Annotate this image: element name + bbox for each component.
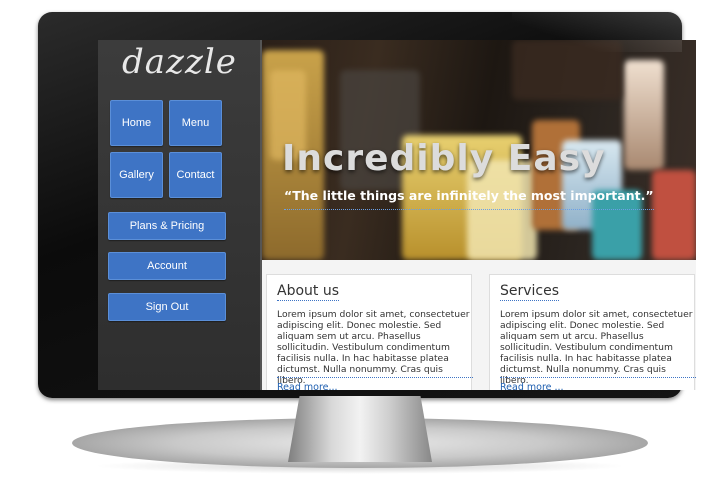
hero-bg-shape (652, 170, 696, 260)
card-title: About us (277, 283, 340, 301)
monitor-stand-neck (288, 396, 432, 462)
nav-button-menu[interactable]: Menu (169, 100, 222, 146)
read-more-link: Read more... (277, 377, 473, 390)
card-title: Services (500, 283, 560, 301)
hero-banner: Incredibly Easy “The little things are i… (262, 40, 696, 260)
about-card: About us Lorem ipsum dolor sit amet, con… (266, 274, 473, 390)
site-logo[interactable]: dazzle (122, 42, 236, 86)
nav-button-gallery[interactable]: Gallery (110, 152, 163, 198)
nav-button-contact[interactable]: Contact (169, 152, 222, 198)
monitor-frame: dazzle Home Menu Gallery Contact Plans &… (38, 12, 696, 398)
hero-bg-shape (512, 40, 622, 100)
read-more-link-text[interactable]: Read more ... (500, 382, 564, 390)
hero-title: Incredibly Easy (282, 138, 606, 179)
monitor-screen: dazzle Home Menu Gallery Contact Plans &… (98, 40, 696, 390)
read-more-link-text[interactable]: Read more... (277, 382, 338, 390)
sidebar: dazzle Home Menu Gallery Contact Plans &… (98, 40, 262, 390)
nav-button-plans-pricing[interactable]: Plans & Pricing (108, 212, 226, 240)
content-area: About us Lorem ipsum dolor sit amet, con… (262, 260, 696, 390)
nav-button-account[interactable]: Account (108, 252, 226, 280)
hero-quote: “The little things are infinitely the mo… (284, 188, 654, 210)
hero-bg-shape (624, 60, 664, 170)
card-text: Lorem ipsum dolor sit amet, consectetuer… (500, 309, 693, 386)
card-text: Lorem ipsum dolor sit amet, consectetuer… (277, 309, 470, 386)
nav-button-sign-out[interactable]: Sign Out (108, 293, 226, 321)
services-card: Services Lorem ipsum dolor sit amet, con… (489, 274, 696, 390)
read-more-link: Read more ... (500, 377, 696, 390)
nav-button-home[interactable]: Home (110, 100, 163, 146)
